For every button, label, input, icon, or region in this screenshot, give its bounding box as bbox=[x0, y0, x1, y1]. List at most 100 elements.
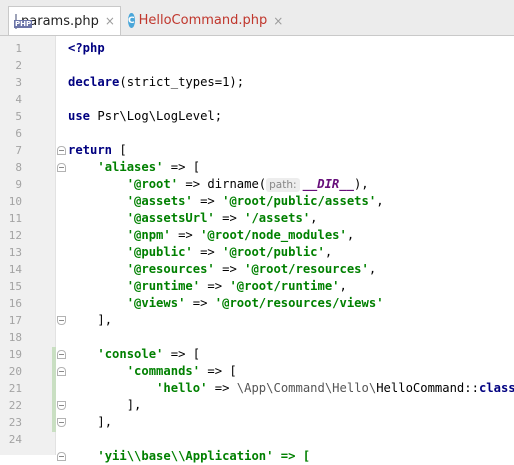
fold-collapse-icon[interactable] bbox=[57, 163, 66, 172]
string-literal: 'commands' bbox=[126, 364, 201, 378]
line-number: 13 bbox=[8, 246, 22, 259]
string-literal: 'hello' bbox=[156, 381, 208, 395]
string-literal: '@assets' bbox=[126, 194, 193, 208]
code-text: => [ bbox=[163, 160, 201, 174]
code-line: 20 'commands' => [ bbox=[0, 363, 514, 380]
line-number: 5 bbox=[15, 110, 22, 123]
line-number: 2 bbox=[15, 59, 22, 72]
code-text: , bbox=[324, 245, 333, 259]
code-text: , bbox=[368, 262, 377, 276]
fold-end-icon[interactable] bbox=[57, 316, 66, 325]
string-literal: '/assets' bbox=[244, 211, 311, 225]
code-line: 10 '@assets' => '@root/public/assets', bbox=[0, 193, 514, 210]
magic-constant: __DIR__ bbox=[302, 177, 354, 191]
code-line: 5 use Psr\Log\LogLevel; bbox=[0, 108, 514, 125]
string-literal: 'yii\\base\\Application' => [ bbox=[97, 449, 311, 463]
line-number: 16 bbox=[8, 297, 22, 310]
keyword: return bbox=[68, 143, 113, 157]
code-line: 19 'console' => [ bbox=[0, 346, 514, 363]
tab-label: HelloCommand.php bbox=[138, 13, 268, 28]
tab-hello-command-php[interactable]: C HelloCommand.php × bbox=[122, 6, 283, 35]
close-tab-icon[interactable]: × bbox=[105, 14, 115, 28]
string-literal: 'console' bbox=[97, 347, 164, 361]
line-number: 24 bbox=[8, 433, 22, 446]
line-number: 23 bbox=[8, 416, 22, 429]
string-literal: '@root/resources' bbox=[244, 262, 369, 276]
php-class-icon: C bbox=[128, 13, 135, 28]
code-text: => bbox=[185, 296, 215, 310]
close-tab-icon[interactable]: × bbox=[273, 14, 283, 28]
code-line: 3 declare(strict_types=1); bbox=[0, 74, 514, 91]
tab-label: params.php bbox=[21, 13, 99, 29]
code-text: => bbox=[200, 279, 230, 293]
code-text: , bbox=[310, 211, 318, 225]
string-literal: 'aliases' bbox=[97, 160, 164, 174]
line-number: 9 bbox=[15, 178, 22, 191]
line-text: return [ bbox=[68, 142, 127, 159]
fold-collapse-icon[interactable] bbox=[57, 452, 66, 461]
php-open-tag: <?php bbox=[68, 41, 105, 55]
string-literal: '@runtime' bbox=[126, 279, 201, 293]
code-line: 12 '@npm' => '@root/node_modules', bbox=[0, 227, 514, 244]
line-text: '@npm' => '@root/node_modules', bbox=[68, 227, 354, 244]
line-text: 'aliases' => [ bbox=[68, 159, 200, 176]
line-number: 21 bbox=[8, 382, 22, 395]
line-number: 3 bbox=[15, 76, 22, 89]
code-text: => bbox=[214, 262, 245, 276]
line-text: declare(strict_types=1); bbox=[68, 74, 244, 91]
namespace-path: \App\Command\Hello\ bbox=[236, 381, 377, 395]
keyword: class bbox=[478, 381, 514, 395]
code-text: , bbox=[376, 194, 384, 208]
fold-collapse-icon[interactable] bbox=[57, 367, 66, 376]
code-line: 2 bbox=[0, 57, 514, 74]
line-text: '@public' => '@root/public', bbox=[68, 244, 332, 261]
fold-end-icon[interactable] bbox=[57, 418, 66, 427]
string-literal: '@public' bbox=[126, 245, 193, 259]
line-number: 14 bbox=[8, 263, 22, 276]
code-line: 6 bbox=[0, 125, 514, 142]
fold-collapse-icon[interactable] bbox=[57, 146, 66, 155]
class-name: HelloCommand:: bbox=[376, 381, 479, 395]
string-literal: '@root/resources/views' bbox=[214, 296, 384, 310]
code-text: => bbox=[192, 245, 223, 259]
tab-params-php[interactable]: PHP params.php × bbox=[8, 6, 121, 35]
line-number: 10 bbox=[8, 195, 22, 208]
code-line: 24 bbox=[0, 431, 514, 448]
line-text: 'yii\\base\\Application' => [ bbox=[68, 448, 310, 465]
line-text: 'console' => [ bbox=[68, 346, 200, 363]
code-text: => bbox=[214, 211, 245, 225]
code-line: 15 '@runtime' => '@root/runtime', bbox=[0, 278, 514, 295]
code-text: ], bbox=[97, 313, 113, 327]
line-text: '@root' => dirname(path: __DIR__), bbox=[68, 176, 369, 193]
fold-collapse-icon[interactable] bbox=[57, 350, 66, 359]
code-line: 22 ], bbox=[0, 397, 514, 414]
string-literal: '@npm' bbox=[126, 228, 171, 242]
line-number: 18 bbox=[8, 331, 22, 344]
code-text: => bbox=[192, 194, 223, 208]
line-text: 'hello' => \App\Command\Hello\HelloComma… bbox=[68, 380, 514, 397]
line-number: 7 bbox=[15, 144, 22, 157]
code-text: => bbox=[207, 381, 237, 395]
line-number: 8 bbox=[15, 161, 22, 174]
fold-end-icon[interactable] bbox=[57, 401, 66, 410]
code-text: ], bbox=[126, 398, 142, 412]
line-text: use Psr\Log\LogLevel; bbox=[68, 108, 222, 125]
code-text: => dirname( bbox=[178, 177, 267, 191]
code-text: ), bbox=[353, 177, 369, 191]
string-literal: '@resources' bbox=[126, 262, 215, 276]
line-number: 22 bbox=[8, 399, 22, 412]
string-literal: '@root/public/assets' bbox=[222, 194, 377, 208]
line-text: ], bbox=[68, 397, 142, 414]
line-text: '@assets' => '@root/public/assets', bbox=[68, 193, 384, 210]
parameter-hint: path: bbox=[266, 178, 300, 192]
code-line: 23 ], bbox=[0, 414, 514, 431]
string-literal: '@views' bbox=[126, 296, 186, 310]
code-text: => [ bbox=[163, 347, 201, 361]
code-text: Psr\Log\LogLevel; bbox=[90, 109, 223, 123]
string-literal: '@root' bbox=[126, 177, 179, 191]
code-text: ], bbox=[97, 415, 113, 429]
code-line: 9 '@root' => dirname(path: __DIR__), bbox=[0, 176, 514, 193]
code-line: 18 bbox=[0, 329, 514, 346]
line-text: ], bbox=[68, 312, 112, 329]
code-text: => bbox=[170, 228, 201, 242]
